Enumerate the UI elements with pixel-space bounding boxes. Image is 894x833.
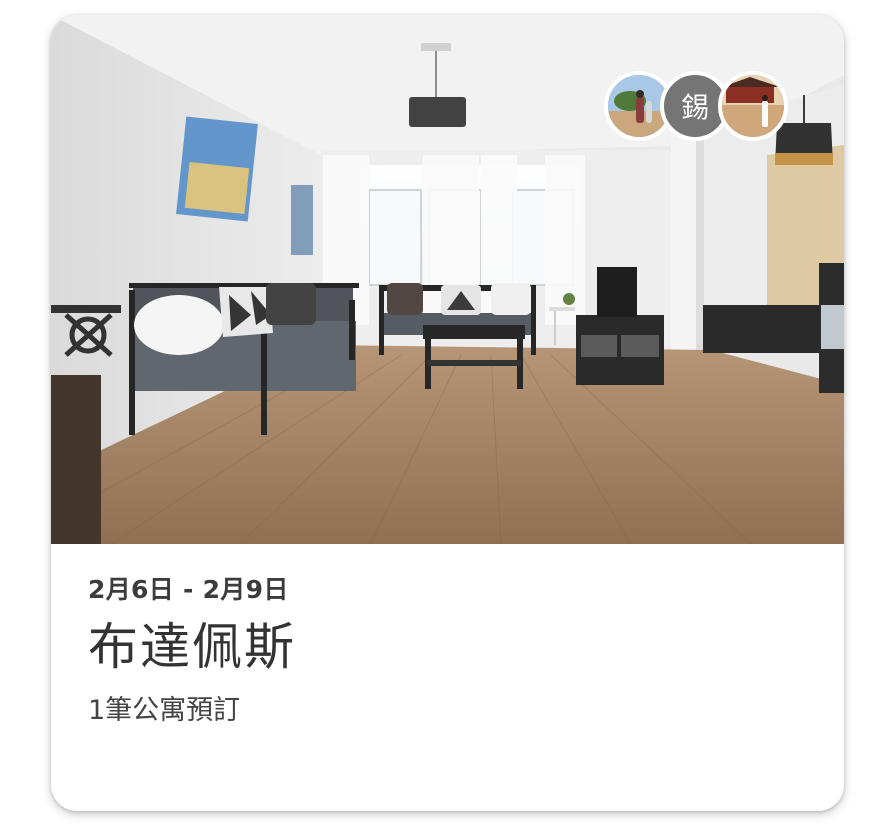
trip-destination: 布達佩斯	[88, 618, 296, 676]
traveler-avatar-photo	[718, 71, 788, 141]
avatar-initial-text: 錫	[680, 91, 709, 124]
reservation-summary: 1筆公寓預訂	[88, 694, 241, 726]
trip-card[interactable]: 錫 2月6日 - 2月9日 布達佩斯 1筆公寓預訂	[51, 15, 844, 811]
trip-info: 2月6日 - 2月9日 布達佩斯 1筆公寓預訂	[88, 575, 814, 727]
trip-dates: 2月6日 - 2月9日	[88, 575, 289, 604]
apartment-photo: 錫	[51, 15, 844, 544]
